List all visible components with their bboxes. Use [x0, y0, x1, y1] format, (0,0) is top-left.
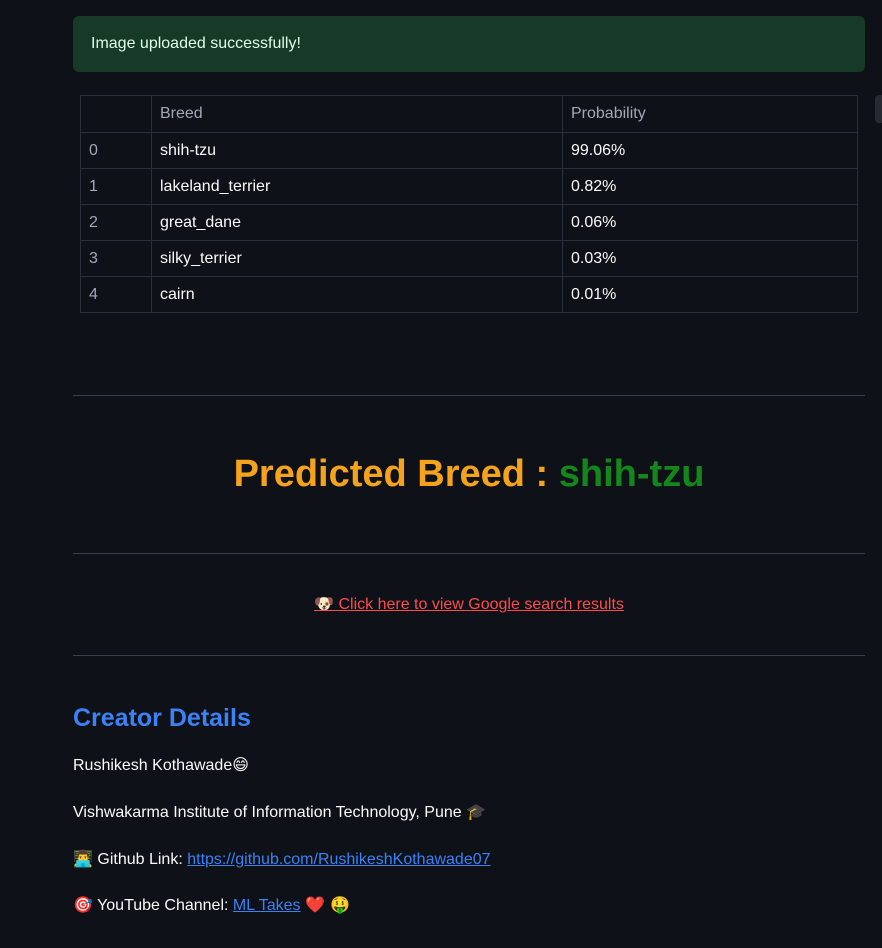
google-search-link-row: 🐶 Click here to view Google search resul…	[73, 592, 865, 617]
row-index: 3	[80, 240, 152, 277]
creator-github: 👨‍💻 Github Link: https://github.com/Rush…	[73, 847, 491, 872]
row-index: 1	[80, 168, 152, 205]
dog-face-icon: 🐶	[314, 594, 334, 613]
table-toolbar-handle[interactable]	[875, 95, 882, 123]
probability-cell[interactable]: 0.03%	[562, 240, 858, 277]
probability-cell[interactable]: 0.01%	[562, 276, 858, 313]
predicted-breed-heading: Predicted Breed : shih-tzu	[73, 450, 865, 498]
technologist-icon: 👨‍💻	[73, 849, 93, 868]
row-index: 4	[80, 276, 152, 313]
target-icon: 🎯	[73, 895, 93, 914]
youtube-label: YouTube Channel:	[97, 897, 229, 914]
probability-cell[interactable]: 0.06%	[562, 204, 858, 241]
breed-cell[interactable]: silky_terrier	[151, 240, 563, 277]
divider	[73, 553, 865, 554]
creator-details-heading: Creator Details	[73, 704, 251, 732]
table-row[interactable]: 3 silky_terrier 0.03%	[80, 240, 858, 277]
row-index: 2	[80, 204, 152, 241]
row-index: 0	[80, 132, 152, 169]
breed-probability-table[interactable]: Breed Probability 0 shih-tzu 99.06% 1 la…	[80, 95, 858, 313]
google-search-link-label: Click here to view Google search results	[338, 596, 624, 613]
creator-youtube: 🎯 YouTube Channel: ML Takes ❤️ 🤑	[73, 893, 350, 918]
table-row[interactable]: 1 lakeland_terrier 0.82%	[80, 168, 858, 205]
google-search-link[interactable]: 🐶 Click here to view Google search resul…	[314, 594, 624, 613]
column-header-probability[interactable]: Probability	[562, 95, 858, 133]
breed-cell[interactable]: shih-tzu	[151, 132, 563, 169]
column-header-index[interactable]	[80, 95, 152, 133]
creator-institute: Vishwakarma Institute of Information Tec…	[73, 800, 486, 825]
app-page: Image uploaded successfully! Breed Proba…	[0, 0, 882, 948]
predicted-breed-value: shih-tzu	[558, 453, 705, 495]
heart-money-face-icons: ❤️ 🤑	[304, 895, 350, 914]
probability-cell[interactable]: 0.82%	[562, 168, 858, 205]
breed-cell[interactable]: cairn	[151, 276, 563, 313]
column-header-breed[interactable]: Breed	[151, 95, 563, 133]
github-link[interactable]: https://github.com/RushikeshKothawade07	[187, 851, 490, 868]
github-label: Github Link:	[97, 851, 183, 868]
predicted-breed-label: Predicted Breed :	[233, 453, 559, 495]
creator-institute-text: Vishwakarma Institute of Information Tec…	[73, 804, 462, 821]
table-row[interactable]: 0 shih-tzu 99.06%	[80, 132, 858, 169]
creator-name: Rushikesh Kothawade😄	[73, 753, 249, 778]
table-row[interactable]: 2 great_dane 0.06%	[80, 204, 858, 241]
creator-name-text: Rushikesh Kothawade	[73, 757, 233, 774]
breed-cell[interactable]: great_dane	[151, 204, 563, 241]
probability-cell[interactable]: 99.06%	[562, 132, 858, 169]
youtube-link[interactable]: ML Takes	[233, 897, 301, 914]
grinning-face-icon: 😄	[232, 755, 249, 774]
breed-cell[interactable]: lakeland_terrier	[151, 168, 563, 205]
divider	[73, 395, 865, 396]
table-header-row: Breed Probability	[80, 95, 858, 133]
success-alert-text: Image uploaded successfully!	[91, 35, 301, 52]
divider	[73, 655, 865, 656]
success-alert: Image uploaded successfully!	[73, 16, 865, 72]
table-row[interactable]: 4 cairn 0.01%	[80, 276, 858, 313]
graduation-cap-icon: 🎓	[466, 802, 487, 821]
